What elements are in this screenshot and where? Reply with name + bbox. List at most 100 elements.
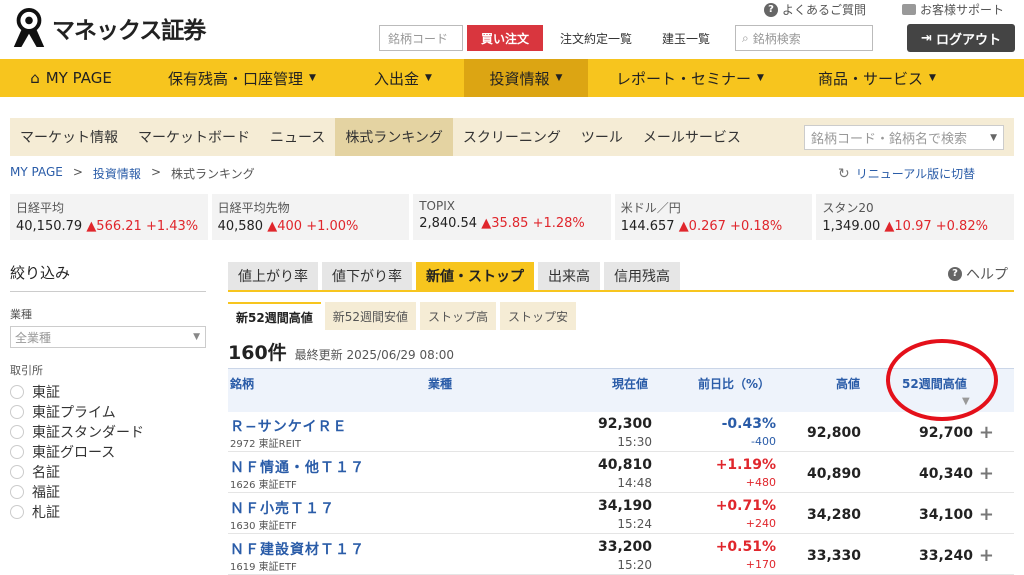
change-percent: +1.19%	[715, 457, 776, 473]
subnav-search-select[interactable]: 銘柄コード・銘柄名で検索 ▼	[804, 125, 1004, 150]
orders-link[interactable]: 注文約定一覧	[560, 30, 632, 47]
stock-code: 1630 東証ETF	[230, 521, 297, 532]
add-plus-icon[interactable]: +	[979, 545, 994, 566]
exchange-radio-prime[interactable]: 東証プライム	[10, 402, 206, 422]
tab-new-values-stop[interactable]: 新値・ストップ	[416, 262, 534, 290]
renewal-switch-link[interactable]: ↻ リニューアル版に切替	[838, 165, 975, 182]
subtab-stop-low[interactable]: ストップ安	[500, 302, 577, 330]
subnav-tools[interactable]: ツール	[571, 118, 633, 156]
stock-name-link[interactable]: Ｒ−サンケイＲＥ	[230, 416, 347, 436]
add-plus-icon[interactable]: +	[979, 504, 994, 525]
subtab-new-52w-low[interactable]: 新52週間安値	[324, 302, 416, 330]
nav-deposit[interactable]: 入出金 ▼	[342, 59, 464, 97]
nav-investment-info[interactable]: 投資情報 ▼	[464, 59, 588, 97]
monex-logo[interactable]: マネックス証券	[10, 6, 210, 50]
stock-name-link[interactable]: ＮＦ情通・他Ｔ１７	[230, 457, 365, 477]
index-nikkei[interactable]: 日経平均 40,150.79 ▲566.21 +1.43%	[10, 194, 208, 240]
stock-search-input[interactable]: ⌕ 銘柄検索	[735, 25, 873, 51]
nav-label: 保有残高・口座管理	[168, 69, 304, 88]
tab-volume[interactable]: 出来高	[538, 262, 600, 290]
col-change[interactable]: 前日比（%）	[698, 375, 770, 392]
industry-select[interactable]: 全業種 ▼	[10, 326, 206, 348]
current-price: 40,810	[597, 457, 652, 473]
market-index-strip: 日経平均 40,150.79 ▲566.21 +1.43% 日経平均先物 40,…	[10, 194, 1014, 240]
stock-name-link[interactable]: ＮＦ建設資材Ｔ１７	[230, 539, 365, 559]
index-standard20[interactable]: スタン20 1,349.00 ▲10.97 +0.82%	[816, 194, 1014, 240]
current-price: 92,300	[597, 416, 652, 432]
high-price: 34,280	[806, 507, 861, 523]
refresh-icon: ↻	[838, 165, 850, 182]
exchange-radio-tse[interactable]: 東証	[10, 382, 206, 402]
faq-link[interactable]: ? よくあるご質問	[764, 1, 866, 18]
nav-mypage[interactable]: ⌂ MY PAGE	[0, 59, 142, 97]
index-usdjpy[interactable]: 米ドル／円 144.657 ▲0.267 +0.18%	[614, 194, 813, 240]
stock-code: 2972 東証REIT	[230, 439, 301, 450]
nav-products[interactable]: 商品・サービス ▼	[792, 59, 962, 97]
nav-holdings[interactable]: 保有残高・口座管理 ▼	[142, 59, 342, 97]
buy-order-button[interactable]: 買い注文	[467, 25, 543, 51]
code-input[interactable]: 銘柄コード	[379, 25, 463, 51]
search-icon: ⌕	[742, 30, 749, 45]
help-label: ヘルプ	[966, 267, 1008, 283]
industry-label: 業種	[10, 308, 32, 321]
breadcrumb-separator: >	[150, 165, 161, 179]
tab-losers[interactable]: 値下がり率	[322, 262, 412, 290]
index-name: TOPIX	[419, 199, 455, 213]
positions-link[interactable]: 建玉一覧	[662, 30, 710, 47]
table-row[interactable]: ＮＦ建設資材Ｔ１７ 1619 東証ETF 33,200 15:20 +0.51%…	[228, 535, 1014, 575]
subnav-news[interactable]: ニュース	[260, 118, 335, 156]
last-updated: 最終更新 2025/06/29 08:00	[294, 348, 455, 362]
breadcrumb-investment-info[interactable]: 投資情報	[93, 165, 141, 182]
ranking-tabs: 値上がり率 値下がり率 新値・ストップ 出来高 信用残高	[228, 262, 680, 290]
caret-down-icon: ▼	[929, 73, 936, 83]
change-diff: +480	[745, 476, 776, 489]
table-row[interactable]: Ｒ−サンケイＲＥ 2972 東証REIT 92,300 15:30 -0.43%…	[228, 412, 1014, 452]
table-row[interactable]: ＮＦ情通・他Ｔ１７ 1626 東証ETF 40,810 14:48 +1.19%…	[228, 453, 1014, 493]
col-industry[interactable]: 業種	[428, 375, 452, 392]
index-value: 144.657	[620, 219, 675, 234]
exchange-radio-fukuoka[interactable]: 福証	[10, 482, 206, 502]
radio-icon	[10, 405, 24, 419]
help-link[interactable]: ? ヘルプ	[948, 264, 1008, 284]
logout-button[interactable]: ⇥ ログアウト	[907, 24, 1015, 52]
subnav-market-board[interactable]: マーケットボード	[128, 118, 260, 156]
radio-label: 福証	[32, 485, 60, 501]
add-plus-icon[interactable]: +	[979, 422, 994, 443]
breadcrumb-mypage[interactable]: MY PAGE	[10, 165, 63, 182]
stock-name-link[interactable]: ＮＦ小売Ｔ１７	[230, 498, 335, 518]
subnav-screening[interactable]: スクリーニング	[453, 118, 571, 156]
add-plus-icon[interactable]: +	[979, 463, 994, 484]
tab-gainers[interactable]: 値上がり率	[228, 262, 318, 290]
support-link[interactable]: お客様サポート	[902, 1, 1004, 18]
exchange-radio-standard[interactable]: 東証スタンダード	[10, 422, 206, 442]
index-topix[interactable]: TOPIX 2,840.54 ▲35.85 +1.28%	[413, 194, 611, 240]
change-percent: -0.43%	[721, 416, 776, 432]
nav-reports[interactable]: レポート・セミナー ▼	[588, 59, 792, 97]
stock-code: 1619 東証ETF	[230, 562, 297, 573]
radio-icon	[10, 485, 24, 499]
subnav-mail-service[interactable]: メールサービス	[633, 118, 751, 156]
table-row[interactable]: ＮＦ小売Ｔ１７ 1630 東証ETF 34,190 15:24 +0.71% +…	[228, 494, 1014, 534]
tab-margin[interactable]: 信用残高	[604, 262, 680, 290]
col-price[interactable]: 現在値	[612, 375, 648, 392]
exchange-radio-growth[interactable]: 東証グロース	[10, 442, 206, 462]
index-change: ▲0.267	[678, 219, 726, 234]
index-change: ▲10.97	[884, 219, 932, 234]
exchange-radio-nagoya[interactable]: 名証	[10, 462, 206, 482]
logout-icon: ⇥	[921, 30, 932, 46]
radio-label: 東証プライム	[32, 405, 116, 421]
exchange-radio-sapporo[interactable]: 札証	[10, 502, 206, 522]
subtab-stop-high[interactable]: ストップ高	[419, 302, 496, 330]
price-time: 14:48	[617, 476, 652, 490]
index-nikkei-futures[interactable]: 日経平均先物 40,580 ▲400 +1.00%	[211, 194, 410, 240]
subnav-market-info[interactable]: マーケット情報	[10, 118, 128, 156]
change-diff: +240	[745, 517, 776, 530]
stock-code: 1626 東証ETF	[230, 480, 297, 491]
caret-down-icon: ▼	[309, 73, 316, 83]
subnav-stock-ranking[interactable]: 株式ランキング	[335, 118, 453, 156]
col-high[interactable]: 高値	[836, 375, 860, 392]
index-percent: +0.82%	[935, 219, 988, 234]
subtab-new-52w-high[interactable]: 新52週間高値	[228, 302, 321, 330]
tab-underline	[228, 290, 1014, 292]
col-name[interactable]: 銘柄	[230, 375, 254, 392]
